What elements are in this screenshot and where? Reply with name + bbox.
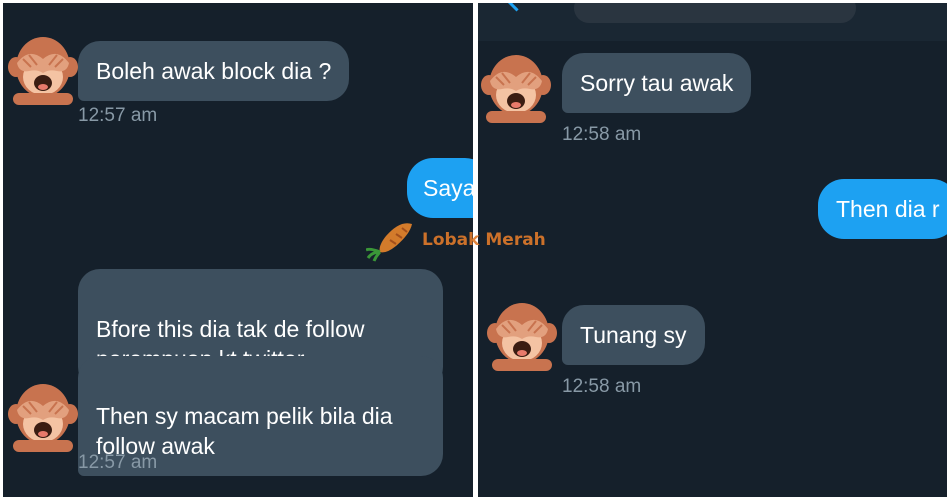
chat-panel-right: Sorry tau awak 12:58 am Then dia r Tunan… bbox=[478, 3, 947, 497]
message-timestamp: 12:58 am bbox=[562, 124, 642, 145]
message-text: Tunang sy bbox=[580, 322, 687, 348]
message-timestamp: 12:58 am bbox=[562, 376, 642, 397]
message-timestamp: 12:57 am bbox=[78, 452, 158, 473]
see-no-evil-monkey-icon[interactable] bbox=[486, 299, 558, 371]
see-no-evil-monkey-icon[interactable] bbox=[480, 51, 552, 123]
message-text: Boleh awak block dia ? bbox=[96, 58, 332, 84]
carrot-icon bbox=[366, 223, 412, 262]
message-text: Then dia r bbox=[836, 196, 940, 222]
message-text: Sorry tau awak bbox=[580, 70, 734, 96]
message-bubble: Boleh awak block dia ? bbox=[78, 41, 350, 101]
message-timestamp: 12:57 am bbox=[78, 105, 158, 126]
see-no-evil-monkey-icon[interactable] bbox=[7, 380, 79, 452]
conversation-header bbox=[478, 3, 947, 41]
back-arrow-icon[interactable] bbox=[504, 3, 529, 12]
message-text: Then sy macam pelik bila dia follow awak bbox=[96, 403, 393, 459]
watermark-logo: Lobak Merah bbox=[366, 218, 546, 262]
sent-message-bubble: Then dia r bbox=[818, 179, 947, 239]
header-pill bbox=[574, 3, 856, 23]
message-bubble: Sorry tau awak bbox=[562, 53, 752, 113]
watermark-text: Lobak Merah bbox=[422, 230, 546, 250]
sent-message-bubble: Saya bbox=[407, 158, 473, 218]
message-text: Saya bbox=[423, 175, 473, 201]
see-no-evil-monkey-icon[interactable] bbox=[7, 33, 79, 105]
message-bubble: Tunang sy bbox=[562, 305, 705, 365]
